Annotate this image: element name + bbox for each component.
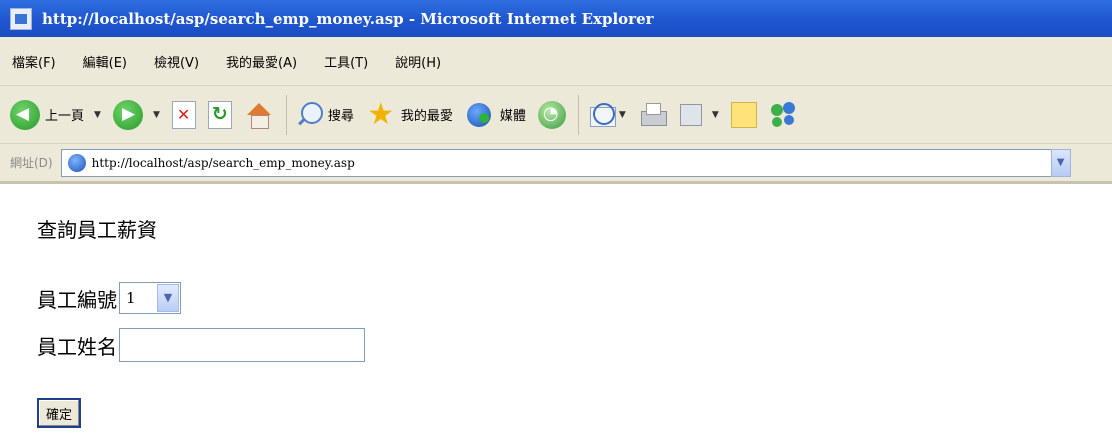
address-url: http://localhost/asp/search_emp_money.as…: [91, 155, 355, 170]
printer-icon: [638, 101, 668, 129]
menu-tools[interactable]: 工具(T): [324, 52, 368, 71]
page-title: 查詢員工薪資: [37, 218, 157, 242]
history-button[interactable]: [537, 100, 566, 129]
employee-name-input[interactable]: [119, 328, 365, 362]
page-content: 查詢員工薪資 員工編號 1 ▼ 員工姓名 確定: [0, 187, 1112, 435]
messenger-icon: [769, 100, 799, 130]
employee-id-select[interactable]: 1 ▼: [119, 282, 181, 314]
back-dropdown-icon[interactable]: ▼: [94, 110, 101, 120]
forward-button[interactable]: ▼: [112, 99, 160, 130]
employee-id-row: 員工編號 1 ▼: [37, 282, 181, 314]
refresh-button[interactable]: [207, 100, 232, 129]
stop-button[interactable]: [171, 100, 196, 129]
page-favicon-icon: [67, 153, 86, 172]
search-button[interactable]: 搜尋: [295, 100, 354, 130]
history-icon: [537, 100, 566, 129]
edit-button[interactable]: ▼: [679, 103, 719, 126]
menu-bar: 檔案(F) 編輯(E) 檢視(V) 我的最愛(A) 工具(T) 說明(H): [0, 37, 1112, 86]
chevron-down-icon[interactable]: ▼: [1050, 148, 1071, 177]
toolbar-separator: [577, 94, 579, 135]
menu-view[interactable]: 檢視(V): [154, 52, 199, 71]
window-title: http://localhost/asp/search_emp_money.as…: [42, 9, 654, 28]
favorites-label: 我的最愛: [400, 109, 453, 124]
forward-arrow-icon: [112, 99, 143, 130]
home-icon: [244, 101, 274, 129]
star-icon: ★: [367, 96, 395, 132]
back-button[interactable]: 上一頁 ▼: [10, 99, 101, 130]
note-icon: [730, 101, 757, 128]
media-icon: [465, 100, 495, 130]
stop-icon: [171, 100, 196, 129]
menu-favorites[interactable]: 我的最愛(A): [226, 52, 297, 71]
search-label: 搜尋: [327, 109, 354, 124]
standard-toolbar: 上一頁 ▼ ▼ 搜尋 ★ 我的最愛 媒體 ▼ ▼: [0, 86, 1112, 144]
messenger-button[interactable]: [769, 100, 799, 130]
refresh-icon: [207, 100, 232, 129]
mail-button[interactable]: ▼: [587, 101, 626, 129]
window-title-bar: http://localhost/asp/search_emp_money.as…: [0, 0, 1112, 37]
employee-name-label: 員工姓名: [37, 334, 117, 359]
media-button[interactable]: 媒體: [465, 100, 526, 130]
mail-dropdown-icon[interactable]: ▼: [619, 110, 626, 120]
toolbar-separator: [285, 94, 287, 135]
menu-help[interactable]: 說明(H): [395, 52, 441, 71]
employee-name-row: 員工姓名: [37, 328, 365, 362]
menu-edit[interactable]: 編輯(E): [83, 52, 127, 71]
address-label: 網址(D): [10, 156, 53, 170]
mail-icon: [587, 101, 617, 129]
search-icon: [295, 100, 323, 130]
forward-dropdown-icon[interactable]: ▼: [153, 110, 160, 120]
discuss-button[interactable]: [730, 101, 757, 128]
edit-dropdown-icon[interactable]: ▼: [712, 110, 719, 120]
chevron-down-icon[interactable]: ▼: [157, 284, 179, 312]
ie-page-icon: [10, 7, 32, 30]
address-bar: 網址(D) http://localhost/asp/search_emp_mo…: [0, 144, 1112, 184]
menu-file[interactable]: 檔案(F): [12, 52, 56, 71]
employee-id-label: 員工編號: [37, 287, 117, 312]
edit-icon: [679, 103, 702, 126]
employee-id-selected-value: 1: [126, 289, 136, 307]
favorites-button[interactable]: ★ 我的最愛: [366, 96, 453, 132]
back-arrow-icon: [10, 99, 40, 130]
home-button[interactable]: [244, 101, 274, 129]
back-label: 上一頁: [45, 109, 85, 124]
print-button[interactable]: [638, 101, 668, 129]
submit-button[interactable]: 確定: [37, 398, 81, 428]
media-label: 媒體: [499, 109, 526, 124]
address-input[interactable]: http://localhost/asp/search_emp_money.as…: [60, 148, 1071, 177]
